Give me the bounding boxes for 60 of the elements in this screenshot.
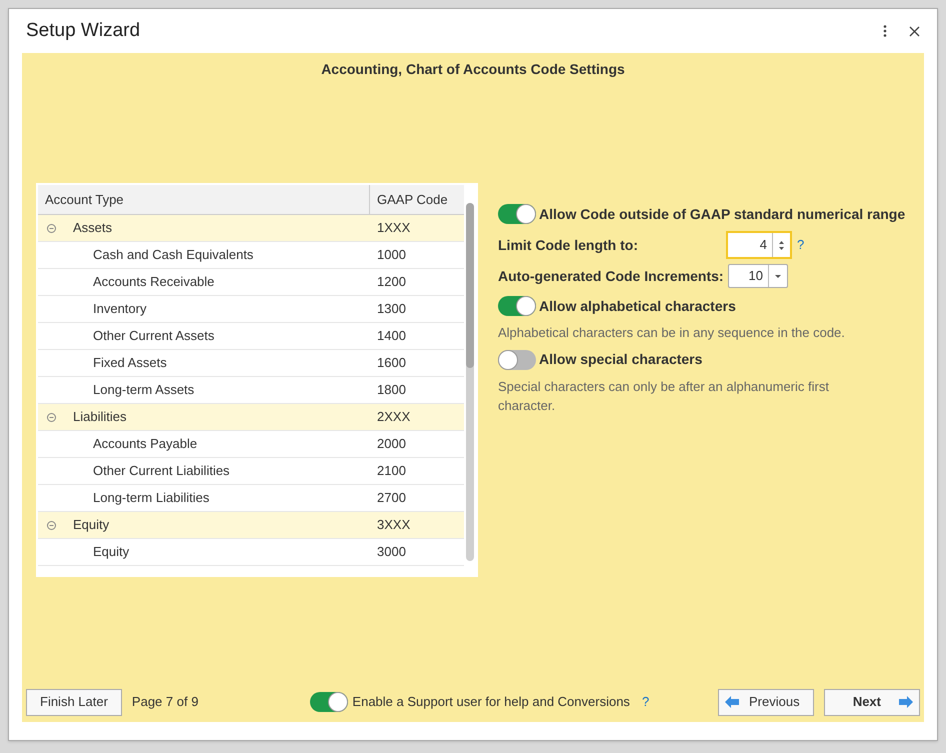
page-title: Accounting, Chart of Accounts Code Settings (321, 60, 625, 79)
account-type-cell-text: Liabilities (73, 408, 126, 426)
account-type-cell-text: Cash and Cash Equivalents (93, 246, 254, 264)
toggle-label: Allow special characters (539, 350, 702, 369)
length-spinner[interactable]: 4 (726, 231, 792, 259)
account-type-cell-text: Long-term Liabilities (93, 489, 210, 508)
toggle-switch[interactable] (310, 692, 348, 712)
toggle-label: Allow alphabetical characters (539, 296, 736, 316)
gaap-code-cell-text: 1600 (376, 354, 407, 372)
gaap-code-cell-text: 2700 (376, 489, 407, 508)
account-type-cell-text: Other Current Liabilities (93, 462, 230, 480)
gaap-code-cell-text: 1200 (376, 273, 407, 292)
account-type-cell-text: Inventory (93, 300, 146, 318)
account-type-cell-text: Long-term Assets (93, 381, 194, 400)
setting-note: Alphabetical characters can be in any sequence in the code. (498, 324, 846, 342)
gaap-code-cell-text: 1000 (376, 246, 407, 264)
close-icon[interactable] (909, 26, 920, 36)
collapse-icon[interactable] (47, 520, 56, 530)
finish-later-button[interactable]: Finish Later (26, 688, 122, 716)
account-type-cell-text: Other Current Assets (93, 327, 214, 346)
toggle-switch[interactable] (498, 350, 536, 370)
account-type-cell-text: Equity (73, 516, 110, 534)
collapse-icon[interactable] (47, 224, 56, 232)
column-header[interactable]: Account Type (38, 185, 370, 214)
increments-dropdown[interactable]: 10 (728, 264, 788, 288)
toggle-label: Allow Code outside of GAAP standard numerical range (539, 204, 906, 224)
gaap-code-cell-text: 2100 (376, 462, 407, 480)
setting-label: Limit Code length to: (498, 236, 639, 255)
left-arrow-icon (725, 696, 739, 708)
column-header[interactable]: GAAP Code (370, 185, 464, 214)
toggle-switch[interactable] (498, 296, 536, 316)
account-type-cell-text: Fixed Assets (93, 354, 167, 372)
up-arrow-icon[interactable] (779, 240, 784, 244)
account-type-cell-text: Equity (93, 543, 130, 562)
gaap-code-cell-text: 3XXX (376, 516, 412, 534)
gaap-code-cell-text: 3000 (376, 543, 407, 562)
right-arrow-icon (899, 696, 913, 708)
gaap-code-cell-text: 2XXX (376, 408, 412, 426)
caret-icon (775, 274, 781, 278)
toggle-label: Enable a Support user for help and Conversions (352, 693, 630, 712)
account-type-cell-text: Accounts Receivable (93, 273, 214, 292)
window-title: Setup Wizard (26, 18, 142, 43)
gaap-code-cell-text: 1800 (376, 381, 407, 400)
gaap-code-cell-text: 2000 (376, 435, 407, 454)
next-button[interactable]: Next (824, 688, 920, 716)
account-type-cell-text: Accounts Payable (93, 435, 198, 454)
more-icon[interactable] (883, 25, 887, 37)
setting-note: Special characters can only be after an alphanumeric first character. (498, 378, 830, 415)
collapse-icon[interactable] (47, 412, 56, 422)
page-indicator: Page 7 of 9 (132, 693, 198, 712)
previous-button[interactable]: Previous (718, 688, 814, 716)
gaap-code-cell-text: 1400 (376, 327, 407, 346)
gaap-code-cell-text: 1300 (376, 300, 407, 318)
account-type-cell-text: Assets (73, 219, 112, 238)
help-link[interactable]: ? (797, 235, 804, 255)
down-arrow-icon[interactable] (779, 246, 784, 250)
setting-label: Auto-generated Code Increments: (498, 266, 725, 286)
gaap-code-cell-text: 1XXX (376, 219, 412, 238)
toggle-switch[interactable] (498, 204, 536, 224)
help-link[interactable]: ? (642, 692, 650, 712)
